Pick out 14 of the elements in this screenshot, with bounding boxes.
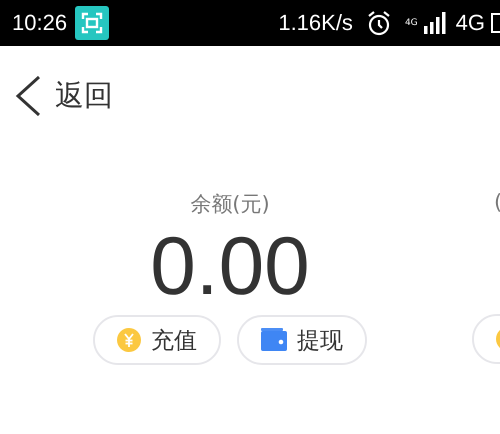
screenshot-icon (75, 6, 110, 40)
action-button[interactable]: 提现 (237, 315, 367, 365)
clock-time: 10:26 (12, 10, 68, 36)
network-label: 4G (456, 10, 485, 36)
balance-amount: 0.00 (150, 220, 310, 314)
yen-coin-icon (117, 328, 141, 352)
wallet-icon (261, 328, 287, 352)
battery-icon (491, 13, 500, 33)
action-button[interactable]: 充值 (93, 315, 221, 365)
data-type-label: 4G (404, 18, 418, 28)
chevron-left-icon (15, 75, 41, 117)
balance-label: 余额(元) (190, 191, 270, 218)
network-speed: 1.16K/s (278, 10, 353, 36)
back-button[interactable]: 返回 (15, 75, 113, 117)
